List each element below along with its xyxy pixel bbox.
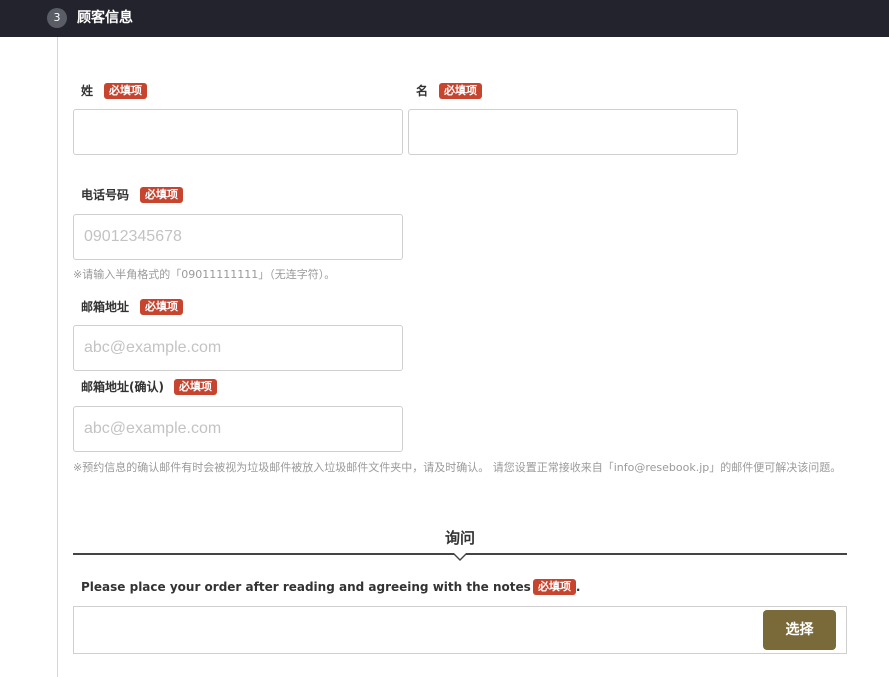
agreement-select-field[interactable] (73, 606, 847, 654)
email-required-badge: 必填项 (140, 299, 183, 315)
agree-required-badge: 必填项 (533, 579, 576, 595)
last-name-input[interactable] (73, 109, 403, 155)
first-name-required-badge: 必填项 (439, 83, 482, 99)
email-input[interactable] (73, 325, 403, 371)
email-spam-note: ※预约信息的确认邮件有时会被视为垃圾邮件被放入垃圾邮件文件夹中，请及时确认。 请… (73, 461, 842, 474)
select-button[interactable]: 选择 (763, 610, 836, 650)
inquiry-section-title: 询问 (444, 529, 475, 547)
section-title: 顾客信息 (77, 10, 133, 26)
email-confirm-required-badge: 必填项 (174, 379, 217, 395)
left-divider (57, 37, 58, 677)
section-header: 3 顾客信息 (0, 0, 889, 37)
last-name-label: 姓 (81, 84, 94, 98)
step-number-badge: 3 (47, 8, 67, 28)
phone-format-note: ※请输入半角格式的「09011111111」（无连字符）。 (73, 268, 336, 281)
email-confirm-input[interactable] (73, 406, 403, 452)
phone-input[interactable] (73, 214, 403, 260)
phone-label: 电话号码 (81, 188, 130, 202)
email-confirm-label: 邮箱地址(确认) (81, 380, 164, 394)
first-name-input[interactable] (408, 109, 738, 155)
email-label: 邮箱地址 (81, 300, 130, 314)
phone-required-badge: 必填项 (140, 187, 183, 203)
agree-notes-label: Please place your order after reading an… (81, 580, 581, 594)
first-name-label: 名 (416, 84, 429, 98)
last-name-required-badge: 必填项 (104, 83, 147, 99)
